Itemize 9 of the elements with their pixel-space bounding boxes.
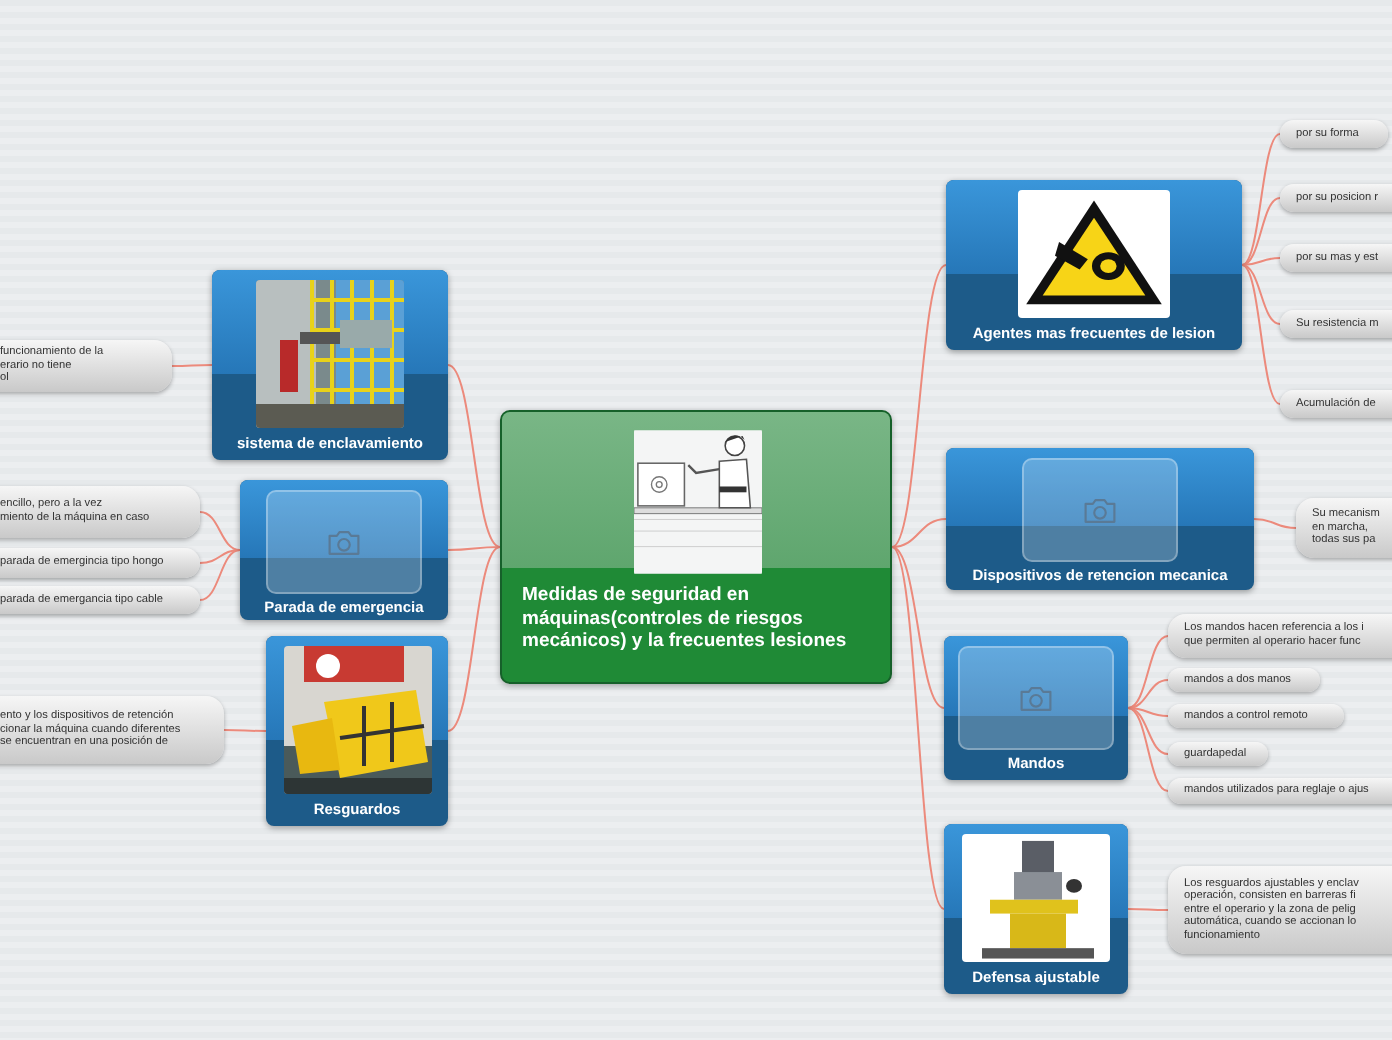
central-topic-card[interactable]: Medidas de seguridad en máquinas(controles de riesgos mecánicos) y la frecuentes lesiones bbox=[500, 410, 892, 684]
connector-line bbox=[223, 729, 267, 732]
connector-line bbox=[171, 364, 213, 367]
connector-line bbox=[1253, 518, 1297, 529]
camera-icon bbox=[1082, 495, 1118, 525]
connector-line bbox=[1127, 908, 1169, 911]
central-topic-title: Medidas de seguridad en máquinas(controles de riesgos mecánicos) y la frecuentes lesiones bbox=[522, 584, 849, 653]
camera-icon bbox=[1018, 683, 1054, 713]
camera-icon bbox=[326, 527, 362, 557]
